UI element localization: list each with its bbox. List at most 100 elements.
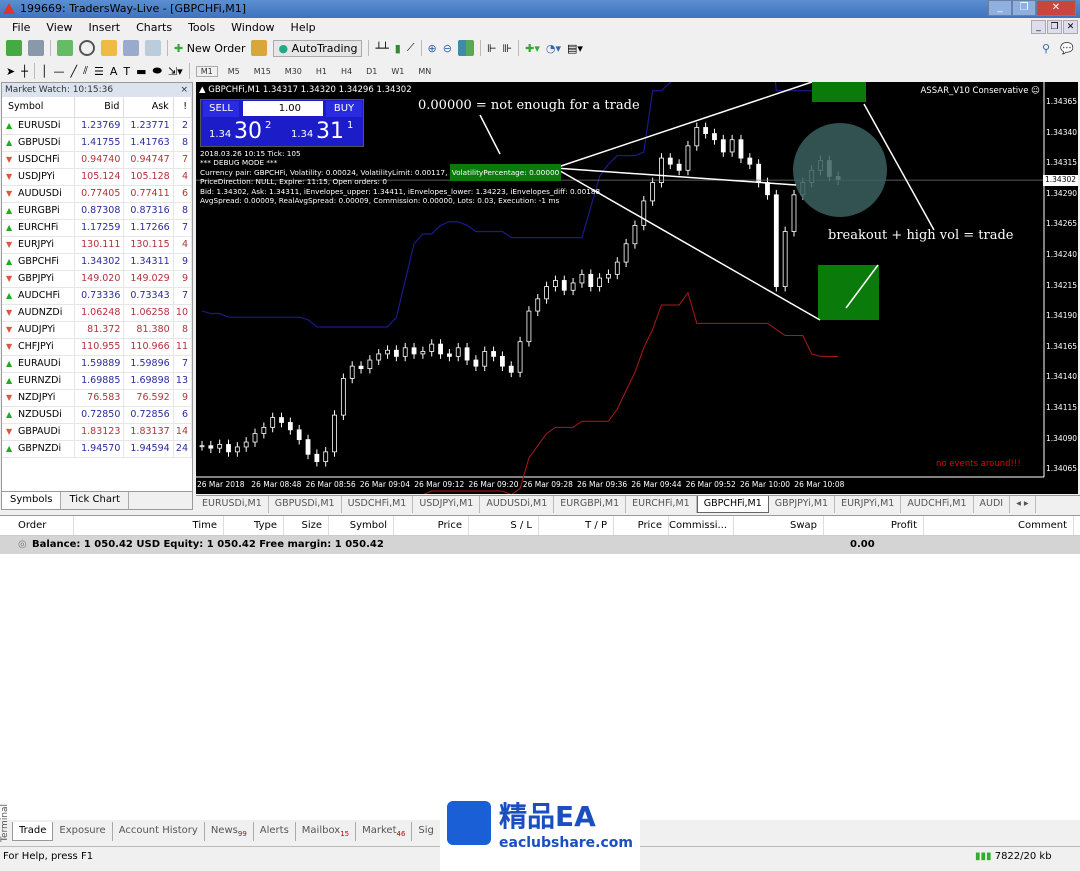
market-watch-row[interactable]: ▲ NZDUSDi 0.72850 0.72856 6 [2,406,193,424]
chart-tab[interactable]: EURGBPi,M1 [554,496,627,513]
market-watch-row[interactable]: ▼ AUDUSDi 0.77405 0.77411 6 [2,185,193,203]
timeframe-m15[interactable]: M15 [250,67,275,76]
zoom-out-icon[interactable]: ⊖ [443,42,452,55]
timeframe-d1[interactable]: D1 [362,67,381,76]
menu-window[interactable]: Window [223,21,282,34]
bar-chart-icon[interactable]: ┴┴ [375,42,388,55]
market-watch-row[interactable]: ▼ CHFJPYi 110.955 110.966 11 [2,338,193,356]
chart-tab[interactable]: GBPCHFi,M1 [696,496,769,513]
timeframe-m30[interactable]: M30 [281,67,306,76]
chart-tab[interactable]: EURUSDi,M1 [196,496,269,513]
minimize-button[interactable]: _ [988,0,1012,16]
timeframe-mn[interactable]: MN [414,67,435,76]
timeframe-h4[interactable]: H4 [337,67,356,76]
market-watch-row[interactable]: ▲ EURAUDi 1.59889 1.59896 7 [2,355,193,373]
chart-tab[interactable]: AUDCHFi,M1 [901,496,974,513]
terminal-tab-account-history[interactable]: Account History [113,822,205,841]
market-watch-row[interactable]: ▼ USDJPYi 105.124 105.128 4 [2,168,193,186]
equidistant-channel-icon[interactable]: ⫽ [83,64,88,78]
terminal-col[interactable]: Type [224,516,284,535]
chart-tab[interactable]: USDCHFi,M1 [342,496,414,513]
terminal-tab-alerts[interactable]: Alerts [254,822,296,841]
vertical-line-icon[interactable]: │ [41,65,48,78]
timeframe-w1[interactable]: W1 [387,67,408,76]
line-chart-icon[interactable]: ⟋ [407,41,415,55]
crosshair-icon[interactable]: ┼ [21,65,28,78]
col-symbol[interactable]: Symbol [2,97,76,118]
sell-price[interactable]: 1.34 30 2 [203,119,281,146]
menu-charts[interactable]: Charts [128,21,180,34]
col-spread[interactable]: ! [173,97,193,118]
market-watch-icon[interactable] [57,40,73,56]
crosshair-navigator-icon[interactable] [79,40,95,56]
data-window-icon[interactable] [101,40,117,56]
market-watch-row[interactable]: ▼ USDCHFi 0.94740 0.94747 7 [2,151,193,169]
market-watch-row[interactable]: ▼ AUDNZDi 1.06248 1.06258 10 [2,304,193,322]
terminal-col[interactable]: Order [14,516,74,535]
market-watch-row[interactable]: ▼ GBPAUDi 1.83123 1.83137 14 [2,423,193,441]
close-icon[interactable]: × [180,83,188,97]
terminal-col[interactable]: Symbol [329,516,394,535]
menu-tools[interactable]: Tools [180,21,223,34]
text-label-icon[interactable]: T [123,65,130,78]
trendline-icon[interactable]: ╱ [70,65,77,78]
autotrading-button[interactable]: ● AutoTrading [273,39,363,57]
col-bid[interactable]: Bid [74,97,125,118]
balance-row[interactable]: ◎ Balance: 1 050.42 USD Equity: 1 050.42… [0,536,1080,554]
market-watch-row[interactable]: ▲ EURCHFi 1.17259 1.17266 7 [2,219,193,237]
timeframe-h1[interactable]: H1 [312,67,331,76]
ellipse-icon[interactable]: ⬬ [153,64,162,78]
price-chart[interactable]: ▲ GBPCHFi,M1 1.34317 1.34320 1.34296 1.3… [196,82,1078,494]
terminal-tab-exposure[interactable]: Exposure [53,822,113,841]
new-chart-icon[interactable] [6,40,22,56]
market-watch-row[interactable]: ▼ EURJPYi 130.111 130.115 4 [2,236,193,254]
terminal-tab-news[interactable]: News99 [205,822,254,841]
mdi-restore-button[interactable]: ❐ [1047,20,1062,34]
templates-icon[interactable]: ▤▾ [567,42,583,55]
terminal-col[interactable]: Swap [734,516,824,535]
chart-shift-icon[interactable]: ⊪ [503,42,513,55]
tile-windows-icon[interactable] [457,40,474,56]
terminal-col[interactable]: Price [394,516,469,535]
close-button[interactable]: ✕ [1036,0,1076,16]
fibonacci-icon[interactable]: ☰ [94,65,104,78]
market-watch-row[interactable]: ▲ GBPCHFi 1.34302 1.34311 9 [2,253,193,271]
market-watch-row[interactable]: ▲ EURUSDi 1.23769 1.23771 2 [2,117,193,135]
market-watch-row[interactable]: ▲ AUDCHFi 0.73336 0.73343 7 [2,287,193,305]
maximize-button[interactable]: ❐ [1012,0,1036,16]
market-watch-row[interactable]: ▲ EURNZDi 1.69885 1.69898 13 [2,372,193,390]
terminal-col[interactable]: T / P [539,516,614,535]
menu-view[interactable]: View [38,21,80,34]
cursor-icon[interactable]: ➤ [6,65,15,78]
chart-tabs-scroll-icon[interactable]: ◂ ▸ [1010,496,1036,513]
chart-tab[interactable]: EURJPYi,M1 [835,496,902,513]
strategy-tester-icon[interactable] [145,40,161,56]
terminal-tab-sig[interactable]: Sig [412,822,441,841]
market-watch-row[interactable]: ▲ GBPUSDi 1.41755 1.41763 8 [2,134,193,152]
terminal-col[interactable]: Commissi... [669,516,734,535]
lot-size-input[interactable]: 1.00 [243,101,323,116]
terminal-col[interactable]: Profit [824,516,924,535]
terminal-tab-market[interactable]: Market46 [356,822,413,841]
menu-file[interactable]: File [4,21,38,34]
chart-tab[interactable]: GBPUSDi,M1 [269,496,342,513]
terminal-col[interactable]: Time [74,516,224,535]
sell-button[interactable]: SELL [203,101,239,117]
chart-tab[interactable]: AUDUSDi,M1 [480,496,555,513]
mdi-close-button[interactable]: ✕ [1063,20,1078,34]
market-watch-row[interactable]: ▲ EURGBPi 0.87308 0.87316 8 [2,202,193,220]
candlestick-icon[interactable]: ▮ [395,42,401,55]
new-order-button[interactable]: ✚ New Order [174,42,245,55]
timeframe-m1[interactable]: M1 [195,65,218,77]
chart-tab[interactable]: AUDI [974,496,1011,513]
horizontal-line-icon[interactable]: — [53,65,64,78]
profiles-icon[interactable] [28,40,44,56]
chart-tab[interactable]: EURCHFi,M1 [626,496,697,513]
terminal-col[interactable]: Comment [924,516,1074,535]
arrows-icon[interactable]: ⇲▾ [168,65,183,78]
periods-icon[interactable]: ◔▾ [546,42,561,55]
timeframe-m5[interactable]: M5 [224,67,244,76]
market-watch-row[interactable]: ▼ GBPJPYi 149.020 149.029 9 [2,270,193,288]
rectangle-icon[interactable]: ▬ [136,65,146,78]
chart-tab[interactable]: GBPJPYi,M1 [769,496,836,513]
